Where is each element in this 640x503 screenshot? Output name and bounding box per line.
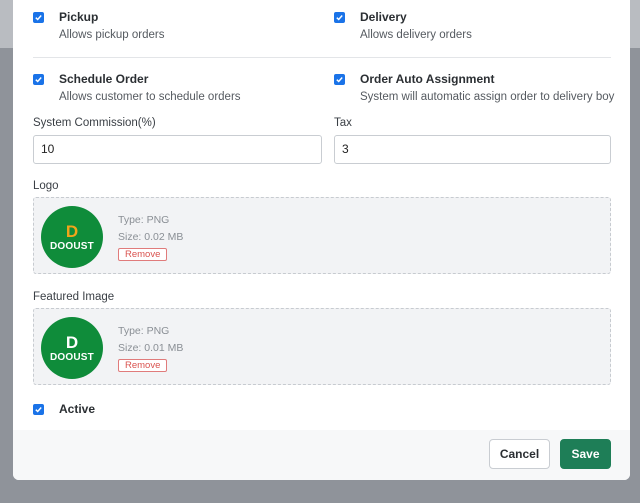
logo-thumbnail: D DOOUST <box>41 206 103 268</box>
active-title: Active <box>59 402 96 416</box>
modal-footer: Cancel Save <box>13 430 630 480</box>
backdrop <box>630 0 640 48</box>
pickup-description: Allows pickup orders <box>59 29 165 41</box>
featured-file-type: Type: PNG <box>118 325 170 337</box>
divider <box>33 57 611 58</box>
logo-upload-area[interactable]: D DOOUST Type: PNG Size: 0.02 MB Remove <box>33 197 611 274</box>
settings-modal: Pickup Allows pickup orders Delivery All… <box>13 0 630 480</box>
commission-label: System Commission(%) <box>33 117 156 129</box>
featured-brand-word: DOOUST <box>50 351 94 363</box>
delivery-option: Delivery Allows delivery orders <box>334 10 472 43</box>
active-option: Active <box>33 402 95 417</box>
tax-input[interactable]: 3 <box>334 135 611 164</box>
schedule-order-option: Schedule Order Allows customer to schedu… <box>33 72 241 105</box>
featured-image-upload-area[interactable]: D DOOUST Type: PNG Size: 0.01 MB Remove <box>33 308 611 385</box>
logo-label: Logo <box>33 180 59 192</box>
delivery-checkbox[interactable] <box>334 12 345 23</box>
featured-image-label: Featured Image <box>33 291 115 303</box>
commission-input[interactable]: 10 <box>33 135 322 164</box>
auto-assignment-title: Order Auto Assignment <box>360 72 495 86</box>
schedule-order-title: Schedule Order <box>59 72 149 86</box>
cancel-button[interactable]: Cancel <box>489 439 550 469</box>
pickup-checkbox[interactable] <box>33 12 44 23</box>
active-checkbox[interactable] <box>33 404 44 415</box>
featured-image-thumbnail: D DOOUST <box>41 317 103 379</box>
schedule-order-checkbox[interactable] <box>33 74 44 85</box>
delivery-description: Allows delivery orders <box>360 29 472 41</box>
backdrop <box>0 0 14 48</box>
logo-brand-letter: D <box>65 221 79 241</box>
auto-assignment-option: Order Auto Assignment System will automa… <box>334 72 614 105</box>
logo-file-size: Size: 0.02 MB <box>118 231 184 243</box>
logo-file-type: Type: PNG <box>118 214 170 226</box>
pickup-title: Pickup <box>59 10 99 24</box>
schedule-order-description: Allows customer to schedule orders <box>59 91 241 103</box>
featured-file-size: Size: 0.01 MB <box>118 342 184 354</box>
tax-label: Tax <box>334 117 352 129</box>
delivery-title: Delivery <box>360 10 407 24</box>
auto-assignment-checkbox[interactable] <box>334 74 345 85</box>
modal-body: Pickup Allows pickup orders Delivery All… <box>13 0 630 430</box>
logo-remove-button[interactable]: Remove <box>118 248 168 261</box>
featured-remove-button[interactable]: Remove <box>118 359 168 372</box>
auto-assignment-description: System will automatic assign order to de… <box>360 91 615 103</box>
logo-brand-word: DOOUST <box>50 240 94 252</box>
featured-brand-letter: D <box>65 332 79 352</box>
pickup-option: Pickup Allows pickup orders <box>33 10 164 43</box>
save-button[interactable]: Save <box>560 439 611 469</box>
